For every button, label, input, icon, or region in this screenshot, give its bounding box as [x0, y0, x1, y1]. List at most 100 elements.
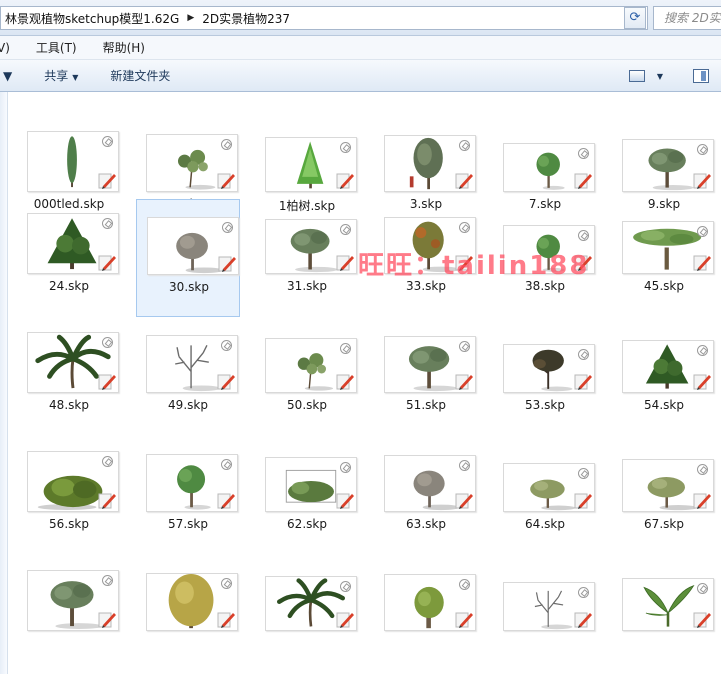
file-thumbnail[interactable]	[384, 135, 476, 192]
breadcrumb-separator-icon[interactable]: ▶	[183, 13, 198, 23]
file-item[interactable]: 49.skp	[136, 318, 240, 436]
file-thumbnail[interactable]	[503, 582, 595, 631]
file-name-label: 45.skp	[644, 279, 684, 293]
file-thumbnail[interactable]	[622, 340, 714, 393]
file-name-label: 50.skp	[287, 398, 327, 412]
file-thumbnail[interactable]	[27, 570, 119, 631]
sketchup-file-icon	[336, 173, 354, 189]
file-item[interactable]: 31.skp	[255, 199, 359, 317]
sketchup-file-icon	[693, 255, 711, 271]
file-thumbnail[interactable]	[384, 455, 476, 512]
menu-view[interactable]: V)	[0, 41, 22, 55]
file-name-label: 53.skp	[525, 398, 565, 412]
view-mode-dropdown-icon[interactable]: ▼	[651, 72, 669, 81]
thumbnail-badge-icon	[340, 462, 351, 473]
file-item[interactable]: 54.skp	[612, 318, 716, 436]
file-item[interactable]: 63.skp	[374, 437, 478, 555]
file-thumbnail[interactable]	[622, 578, 714, 631]
file-thumbnail[interactable]	[265, 457, 357, 512]
sketchup-file-icon	[98, 374, 116, 390]
file-item[interactable]: 48.skp	[17, 318, 121, 436]
organize-dropdown-icon[interactable]: ▼	[0, 69, 18, 83]
thumbnail-badge-icon	[340, 142, 351, 153]
sketchup-file-icon	[336, 374, 354, 390]
breadcrumb-item-parent[interactable]: 林景观植物sketchup模型1.62G	[1, 10, 183, 27]
file-item[interactable]: 57.skp	[136, 437, 240, 555]
file-thumbnail[interactable]	[27, 332, 119, 393]
refresh-button[interactable]: ⟳	[624, 7, 646, 29]
thumbnail-badge-icon	[459, 341, 470, 352]
file-thumbnail[interactable]	[622, 139, 714, 192]
sketchup-file-icon	[98, 493, 116, 509]
preview-pane-icon[interactable]	[693, 69, 709, 83]
file-thumbnail[interactable]	[503, 344, 595, 393]
file-thumbnail[interactable]	[146, 335, 238, 393]
file-thumbnail[interactable]	[27, 213, 119, 274]
file-list[interactable]: 000tled.skp1.skp1柏树.skp3.skp7.skp9.skp24…	[9, 93, 721, 674]
file-item[interactable]	[136, 556, 240, 646]
file-item[interactable]: 51.skp	[374, 318, 478, 436]
sketchup-file-icon	[693, 374, 711, 390]
sketchup-file-icon	[218, 256, 236, 272]
view-mode-icon[interactable]	[628, 70, 645, 82]
file-thumbnail[interactable]	[146, 454, 238, 512]
file-name-label: 31.skp	[287, 279, 327, 293]
file-item[interactable]: 53.skp	[493, 318, 597, 436]
thumbnail-badge-icon	[697, 464, 708, 475]
file-item[interactable]	[255, 556, 359, 646]
watermark-text: 旺旺：tailin188	[358, 251, 590, 281]
breadcrumb-item-current[interactable]: 2D实景植物237	[198, 10, 294, 27]
sketchup-file-icon	[574, 374, 592, 390]
file-item[interactable]	[493, 556, 597, 646]
file-thumbnail[interactable]	[146, 134, 238, 192]
new-folder-button[interactable]: 新建文件夹	[104, 67, 176, 84]
thumbnail-badge-icon	[221, 139, 232, 150]
file-thumbnail[interactable]	[384, 336, 476, 393]
breadcrumb[interactable]: 林景观植物sketchup模型1.62G ▶ 2D实景植物237 ▼	[0, 6, 648, 30]
thumbnail-badge-icon	[697, 583, 708, 594]
file-name-label: 67.skp	[644, 517, 684, 531]
file-thumbnail[interactable]	[622, 221, 714, 274]
file-item[interactable]: 67.skp	[612, 437, 716, 555]
menu-tools[interactable]: 工具(T)	[36, 39, 89, 56]
file-item[interactable]: 45.skp	[612, 199, 716, 317]
thumbnail-badge-icon	[221, 340, 232, 351]
sketchup-file-icon	[693, 612, 711, 628]
thumbnail-badge-icon	[459, 140, 470, 151]
file-thumbnail[interactable]	[384, 574, 476, 631]
menu-bar: V) 工具(T) 帮助(H)	[0, 36, 721, 60]
sketchup-file-icon	[574, 612, 592, 628]
file-thumbnail[interactable]	[147, 217, 239, 275]
file-item[interactable]: 50.skp	[255, 318, 359, 436]
file-thumbnail[interactable]	[622, 459, 714, 512]
file-thumbnail[interactable]	[265, 576, 357, 631]
search-input[interactable]: 搜索 2D实景	[653, 6, 721, 30]
file-item[interactable]	[374, 556, 478, 646]
view-controls: ▼	[628, 64, 721, 88]
navigation-pane-edge[interactable]	[0, 92, 8, 674]
thumbnail-badge-icon	[697, 144, 708, 155]
file-item[interactable]	[17, 556, 121, 646]
file-item[interactable]: 24.skp	[17, 199, 121, 317]
file-item[interactable]: 64.skp	[493, 437, 597, 555]
file-item[interactable]: 30.skp	[136, 199, 240, 317]
file-thumbnail[interactable]	[265, 137, 357, 192]
thumbnail-badge-icon	[697, 345, 708, 356]
menu-help[interactable]: 帮助(H)	[103, 39, 157, 56]
thumbnail-badge-icon	[340, 581, 351, 592]
share-button[interactable]: 共享 ▼	[38, 67, 84, 84]
file-item[interactable]	[612, 556, 716, 646]
file-thumbnail[interactable]	[146, 573, 238, 631]
file-name-label: 57.skp	[168, 517, 208, 531]
file-thumbnail[interactable]	[265, 338, 357, 393]
file-thumbnail[interactable]	[27, 131, 119, 192]
file-name-label: 63.skp	[406, 517, 446, 531]
file-item[interactable]: 62.skp	[255, 437, 359, 555]
sketchup-file-icon	[693, 173, 711, 189]
file-thumbnail[interactable]	[265, 219, 357, 274]
file-thumbnail[interactable]	[503, 143, 595, 192]
file-thumbnail[interactable]	[503, 463, 595, 512]
file-thumbnail[interactable]	[27, 451, 119, 512]
sketchup-file-icon	[98, 612, 116, 628]
file-item[interactable]: 56.skp	[17, 437, 121, 555]
